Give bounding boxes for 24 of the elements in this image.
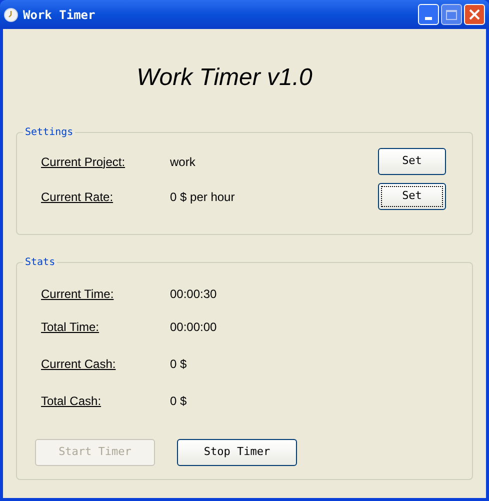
stat-value: 00:00:30 [170,286,217,303]
maximize-button[interactable] [441,4,462,25]
app-heading: Work Timer v1.0 [136,63,312,93]
group-title: Stats [24,256,56,270]
field-value: work [170,154,196,170]
group-title: Settings [24,126,74,140]
field-label: Current Project: [41,154,126,170]
timer-button[interactable]: Stop Timer [177,439,297,466]
stat-value: 0 $ [170,356,187,373]
close-button[interactable] [464,4,485,25]
stat-label: Current Time: [41,286,115,303]
stat-label: Total Cash: [41,393,102,410]
set-button[interactable]: Set [378,148,446,175]
clock-icon [4,8,18,22]
stat-value: 0 $ [170,393,187,410]
stat-label: Total Time: [41,319,100,336]
stat-label: Current Cash: [41,356,117,373]
stat-value: 00:00:00 [170,319,217,336]
minimize-button[interactable] [418,4,439,25]
window-title: Work Timer [23,6,96,24]
set-button[interactable]: Set [378,183,446,210]
field-value: 0 $ per hour [170,188,236,206]
field-label: Current Rate: [41,188,114,206]
close-icon [469,9,480,20]
